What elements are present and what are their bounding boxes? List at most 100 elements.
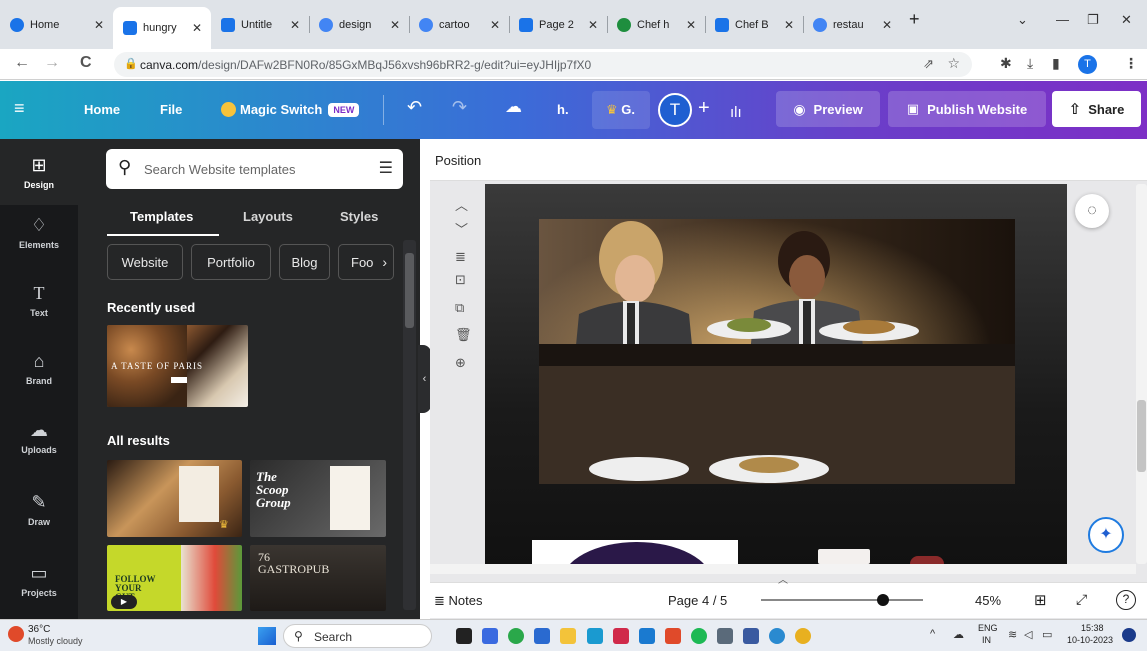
rail-projects[interactable]: ▭ Projects: [0, 563, 78, 598]
restore-icon[interactable]: ❐: [1087, 12, 1099, 28]
clock-time[interactable]: 15:38: [1081, 623, 1104, 633]
duplicate-page-icon[interactable]: ⧉: [455, 300, 464, 316]
whatsapp-icon[interactable]: [508, 628, 524, 644]
language-indicator[interactable]: ENG: [978, 623, 998, 633]
chevron-right-icon[interactable]: ›: [382, 254, 387, 270]
show-hidden-icons-icon[interactable]: ^: [930, 628, 935, 640]
close-tab-icon[interactable]: ✕: [588, 18, 598, 32]
chat-icon[interactable]: [482, 628, 498, 644]
premium-button[interactable]: ♛ G.: [592, 91, 650, 129]
tab-layouts[interactable]: Layouts: [243, 209, 293, 224]
profile-avatar[interactable]: T: [1078, 55, 1097, 74]
share-page-icon[interactable]: ⇗: [923, 56, 934, 72]
wifi-icon[interactable]: ≋: [1008, 628, 1017, 641]
home-button[interactable]: Home: [84, 102, 120, 117]
panel-scrollbar-thumb[interactable]: [405, 253, 414, 328]
canvas-scrollbar[interactable]: [1136, 184, 1147, 564]
page-element-logo[interactable]: [818, 549, 870, 564]
chip-blog[interactable]: Blog: [279, 244, 330, 280]
notes-icon[interactable]: ≣: [455, 249, 466, 265]
browser-tab-chef-h[interactable]: Chef h ✕: [607, 8, 705, 41]
settings-gear-icon[interactable]: [717, 628, 733, 644]
zoom-slider-track[interactable]: [761, 599, 923, 601]
browser-tab-design[interactable]: design ✕: [309, 8, 409, 41]
rail-text[interactable]: T Text: [0, 283, 78, 318]
url-bar[interactable]: 🔒 canva.com/design/DAFw2BFN0Ro/85GxMBqJ5…: [114, 52, 972, 77]
minimize-icon[interactable]: —: [1056, 12, 1069, 27]
download-icon[interactable]: ⤓: [1027, 55, 1033, 72]
move-down-icon[interactable]: ﹀: [455, 219, 468, 238]
close-tab-icon[interactable]: ✕: [686, 18, 696, 32]
back-icon[interactable]: ←: [14, 54, 30, 72]
temperature[interactable]: 36°C: [28, 624, 50, 635]
page-element-shape[interactable]: [910, 556, 944, 564]
template-thumbnail-scoop[interactable]: The Scoop Group: [250, 460, 386, 537]
add-page-icon[interactable]: ⊕: [455, 355, 466, 371]
undo-icon[interactable]: ↶: [407, 97, 422, 118]
filter-sliders-icon[interactable]: ☰: [379, 158, 393, 178]
hamburger-menu-icon[interactable]: ≡: [14, 98, 25, 119]
delete-page-icon[interactable]: 🗑: [455, 327, 472, 343]
close-tab-icon[interactable]: ✕: [290, 18, 300, 32]
clock-date[interactable]: 10-10-2023: [1067, 635, 1113, 645]
cloud-save-icon[interactable]: ☁: [505, 97, 522, 117]
reload-icon[interactable]: C: [80, 54, 92, 72]
forward-icon[interactable]: →: [44, 54, 60, 72]
taskbar-search-box[interactable]: ⚲ Search: [283, 624, 432, 648]
preview-button[interactable]: ◉ Preview: [776, 91, 880, 127]
bookmark-star-icon[interactable]: ☆: [947, 55, 960, 72]
chrome-icon[interactable]: [795, 628, 811, 644]
close-tab-icon[interactable]: ✕: [390, 18, 400, 32]
close-tab-icon[interactable]: ✕: [490, 18, 500, 32]
show-pages-chevron-icon[interactable]: ︿: [778, 571, 788, 586]
app-icon-3[interactable]: [639, 628, 655, 644]
edge-icon[interactable]: [769, 628, 785, 644]
onedrive-icon[interactable]: ☁: [953, 628, 964, 641]
media-player-icon[interactable]: [665, 628, 681, 644]
page-element-card[interactable]: [532, 540, 738, 564]
volume-icon[interactable]: ◁: [1024, 628, 1032, 641]
magic-switch-button[interactable]: Magic Switch NEW: [221, 102, 360, 117]
store-icon[interactable]: [534, 628, 550, 644]
battery-icon[interactable]: ▭: [1042, 628, 1052, 641]
zoom-slider-handle[interactable]: [876, 594, 889, 606]
position-button[interactable]: Position: [435, 153, 481, 168]
rail-design[interactable]: ⊞ Design: [0, 139, 78, 205]
app-icon-2[interactable]: [613, 628, 629, 644]
publish-website-button[interactable]: ▣ Publish Website: [888, 91, 1046, 127]
user-avatar[interactable]: T: [658, 93, 692, 127]
design-title[interactable]: h.: [557, 102, 569, 117]
app-icon[interactable]: [587, 628, 603, 644]
extensions-icon[interactable]: ✱: [1000, 55, 1012, 72]
search-templates-input[interactable]: ⚲ Search Website templates ☰: [106, 149, 403, 189]
chip-portfolio[interactable]: Portfolio: [191, 244, 271, 280]
browser-tab-hungry[interactable]: hungry ✕: [113, 7, 211, 49]
zoom-level[interactable]: 45%: [975, 593, 1001, 608]
move-up-icon[interactable]: ︿: [455, 195, 468, 214]
browser-tab-chef-b[interactable]: Chef B ✕: [705, 8, 803, 41]
chip-food[interactable]: Foo ›: [338, 244, 394, 280]
rail-brand[interactable]: ⌂ Brand: [0, 351, 78, 386]
share-button[interactable]: ⇧ Share: [1052, 91, 1141, 127]
rail-elements[interactable]: ♢ Elements: [0, 215, 78, 250]
page-indicator[interactable]: Page 4 / 5: [668, 593, 727, 608]
browser-tab-restaurant[interactable]: restau ✕: [803, 8, 901, 41]
recent-template-thumbnail[interactable]: A TASTE OF PARIS: [107, 325, 248, 407]
notepad-icon[interactable]: [743, 628, 759, 644]
template-thumbnail-gastropub[interactable]: 76 GASTROPUB: [250, 545, 386, 611]
tab-templates[interactable]: Templates: [130, 209, 193, 224]
tab-styles[interactable]: Styles: [340, 209, 378, 224]
help-icon[interactable]: ?: [1116, 590, 1136, 610]
insights-icon[interactable]: ılı: [730, 104, 742, 121]
task-view-icon[interactable]: [456, 628, 472, 644]
rail-uploads[interactable]: ☁ Uploads: [0, 420, 78, 455]
close-tab-icon[interactable]: ✕: [94, 18, 104, 32]
close-tab-icon[interactable]: ✕: [784, 18, 794, 32]
windows-start-icon[interactable]: [258, 627, 276, 645]
redo-icon[interactable]: ↷: [452, 97, 467, 118]
close-tab-icon[interactable]: ✕: [882, 18, 892, 32]
weather-text[interactable]: Mostly cloudy: [28, 636, 83, 646]
comment-add-icon[interactable]: ◌: [1075, 194, 1109, 228]
browser-tab-untitled[interactable]: Untitle ✕: [211, 8, 309, 41]
browser-menu-icon[interactable]: ⋮: [1124, 55, 1138, 72]
